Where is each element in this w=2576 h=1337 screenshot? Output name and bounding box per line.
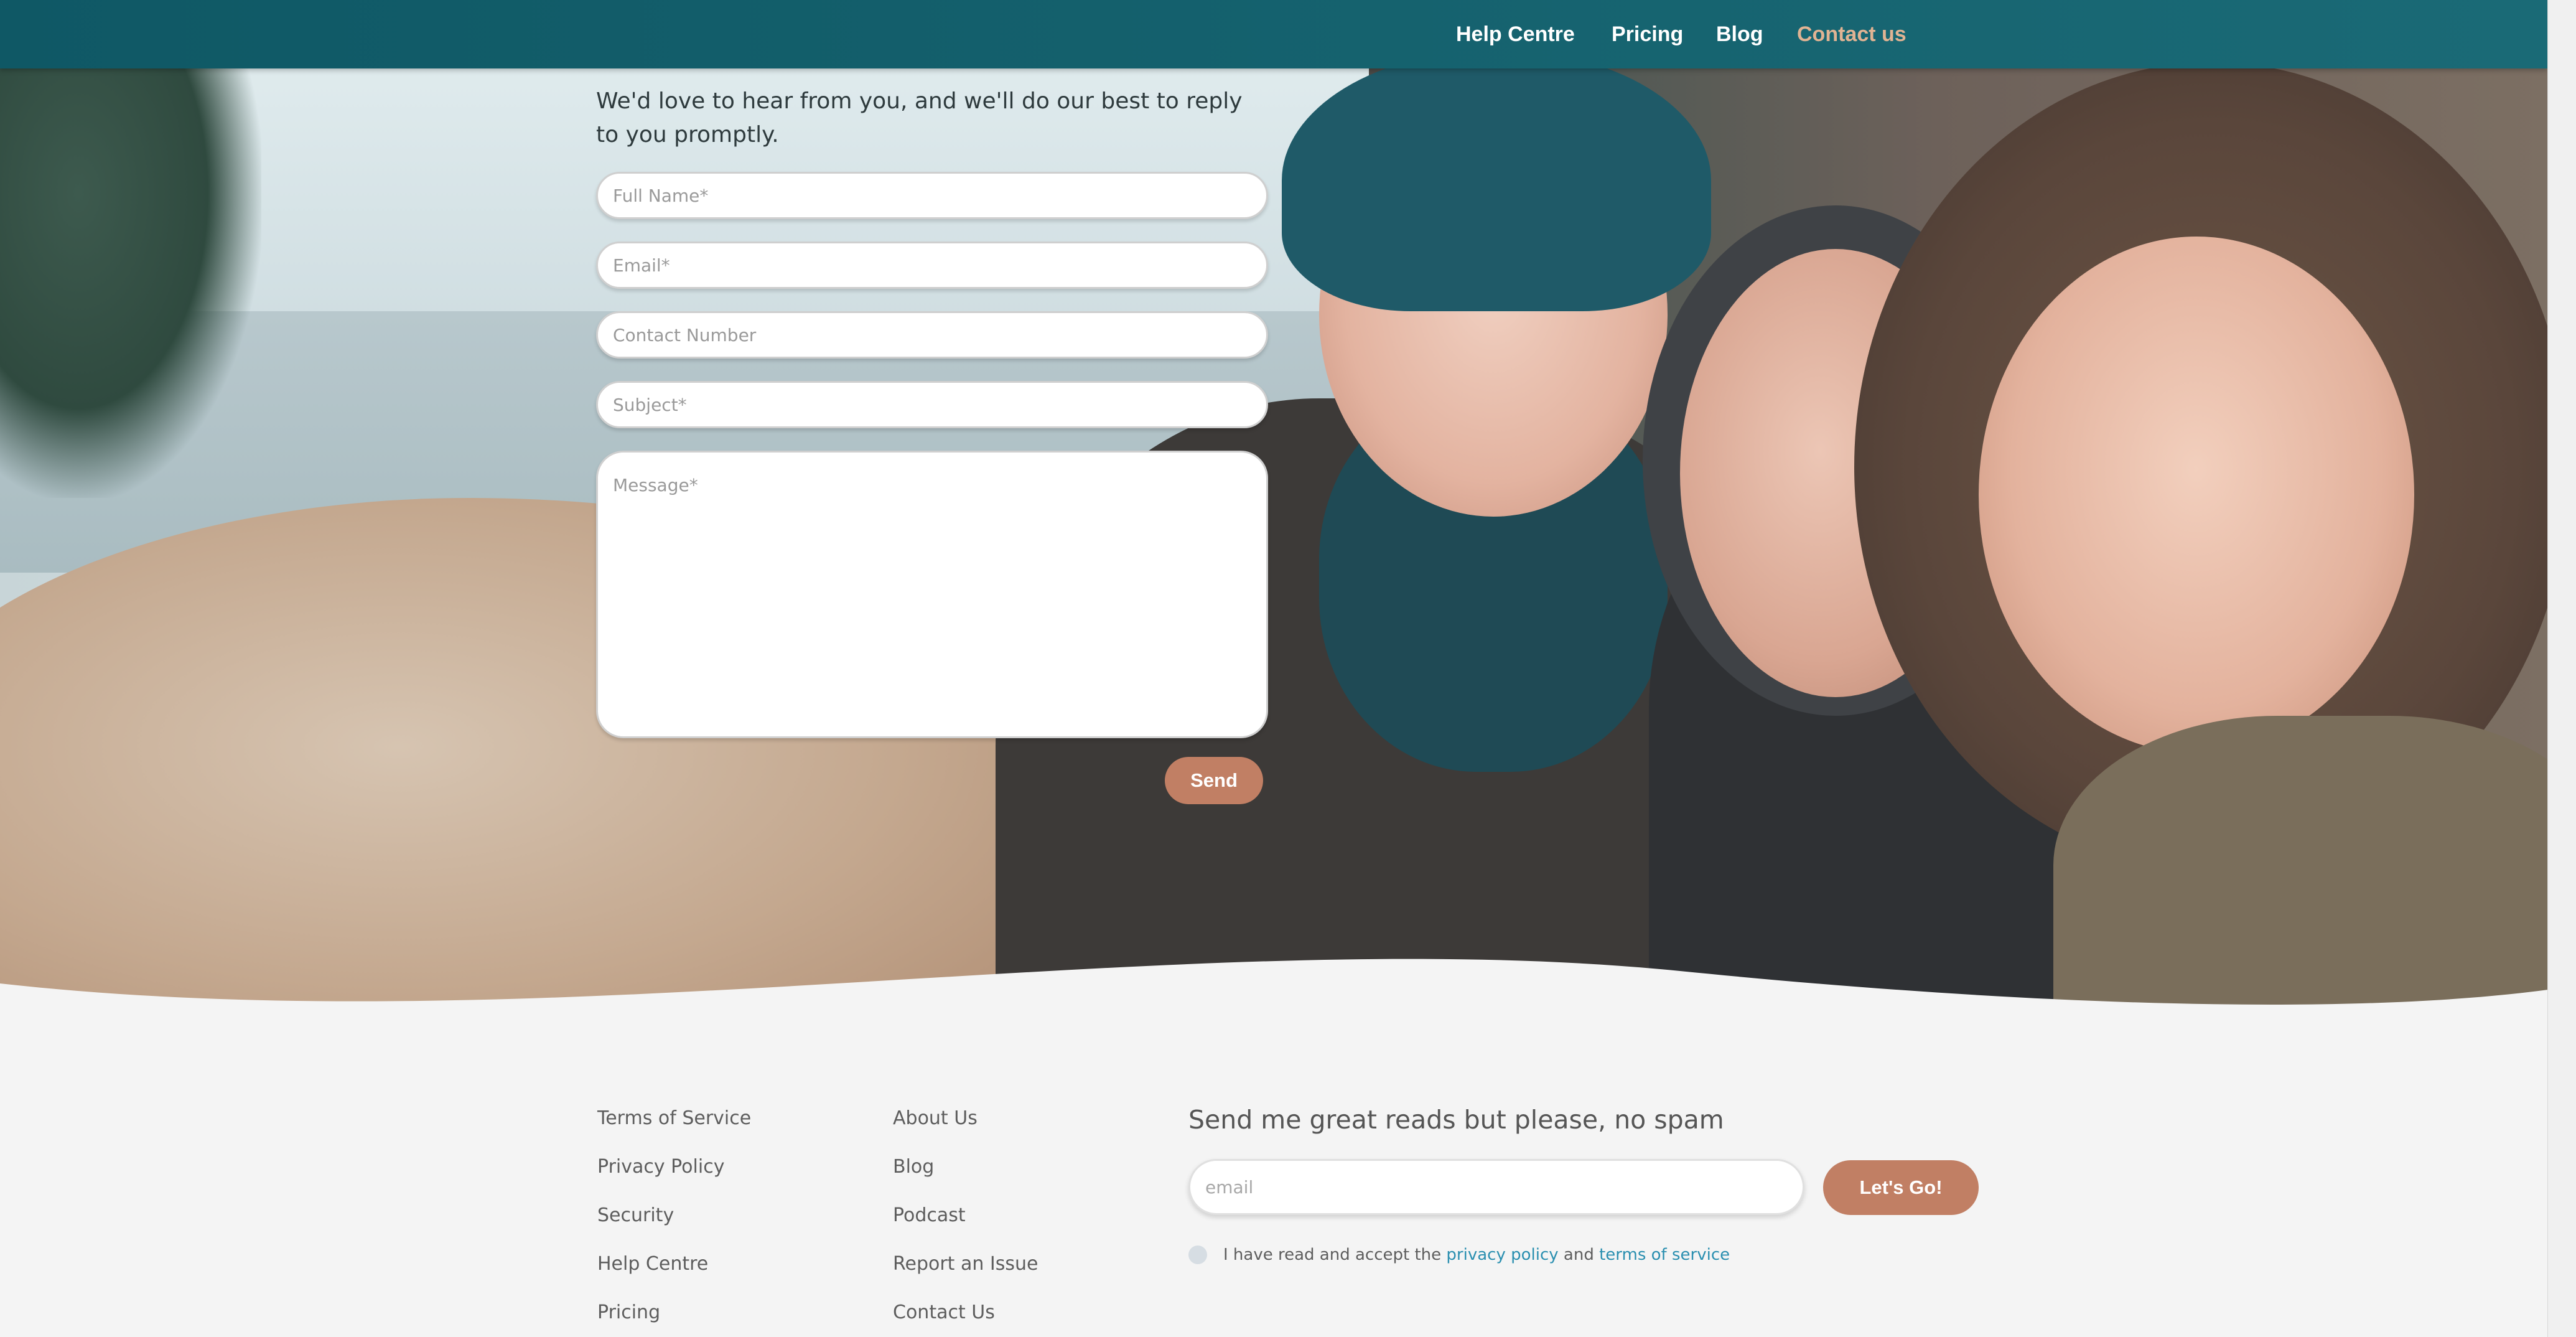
consent-prefix: I have read and accept the [1223, 1246, 1442, 1264]
subject-placeholder: Subject* [613, 394, 687, 415]
nav-pricing[interactable]: Pricing [1612, 22, 1683, 47]
hero-wave-divider [0, 959, 2548, 1071]
email-placeholder: Email* [613, 255, 670, 276]
newsletter-email-input[interactable]: email [1188, 1159, 1804, 1215]
main-nav: Help Centre Pricing Blog Contact us [0, 0, 2548, 68]
privacy-policy-link[interactable]: privacy policy [1446, 1246, 1558, 1264]
contact-number-field[interactable]: Contact Number [596, 311, 1268, 359]
consent-and: and [1563, 1246, 1594, 1264]
full-name-placeholder: Full Name* [613, 185, 709, 206]
footer-link-terms[interactable]: Terms of Service [597, 1107, 751, 1129]
nav-blog[interactable]: Blog [1716, 22, 1763, 47]
footer-link-podcast[interactable]: Podcast [893, 1204, 966, 1226]
footer-link-blog[interactable]: Blog [893, 1156, 934, 1178]
newsletter-title: Send me great reads but please, no spam [1188, 1105, 1724, 1135]
footer-link-security[interactable]: Security [597, 1204, 674, 1226]
scrollbar[interactable] [2547, 0, 2576, 1337]
message-field[interactable]: Message* [596, 451, 1268, 738]
contact-number-placeholder: Contact Number [613, 324, 757, 345]
nav-help-centre[interactable]: Help Centre [1456, 22, 1575, 47]
full-name-field[interactable]: Full Name* [596, 172, 1268, 219]
send-button[interactable]: Send [1165, 757, 1263, 804]
footer-link-about[interactable]: About Us [893, 1107, 978, 1129]
newsletter-email-placeholder: email [1205, 1176, 1254, 1198]
terms-of-service-link[interactable]: terms of service [1599, 1246, 1730, 1264]
subject-field[interactable]: Subject* [596, 381, 1268, 428]
footer-link-privacy[interactable]: Privacy Policy [597, 1156, 724, 1178]
top-navigation-bar: Help Centre Pricing Blog Contact us [0, 0, 2548, 68]
email-field[interactable]: Email* [596, 242, 1268, 289]
footer-link-help-centre[interactable]: Help Centre [597, 1253, 708, 1275]
footer-link-pricing[interactable]: Pricing [597, 1302, 660, 1323]
nav-contact-us[interactable]: Contact us [1797, 22, 1906, 47]
newsletter-submit-button[interactable]: Let's Go! [1823, 1160, 1979, 1215]
footer-link-report-issue[interactable]: Report an Issue [893, 1253, 1038, 1275]
footer-link-contact[interactable]: Contact Us [893, 1302, 995, 1323]
message-placeholder: Message* [613, 475, 698, 495]
consent-checkbox[interactable] [1188, 1246, 1207, 1264]
page: Help Centre Pricing Blog Contact us We'd… [0, 0, 2548, 1337]
contact-intro-text: We'd love to hear from you, and we'll do… [596, 88, 1243, 148]
hero-photo [0, 0, 2548, 1021]
consent-row: I have read and accept the privacy polic… [1188, 1244, 1730, 1266]
